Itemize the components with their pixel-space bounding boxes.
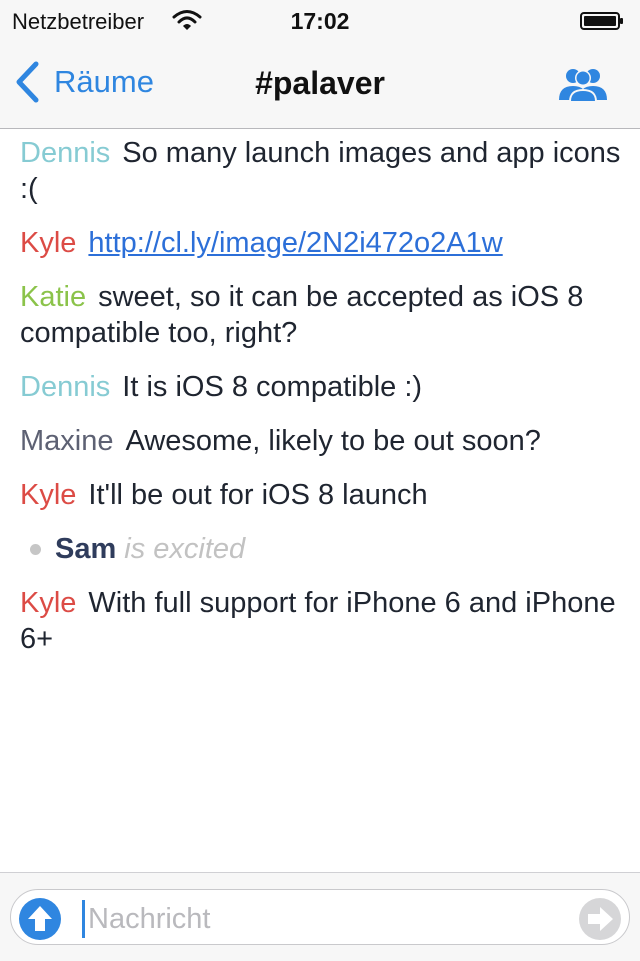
message-text: It is iOS 8 compatible :) — [122, 371, 423, 403]
nick-label[interactable]: Katie — [20, 281, 86, 313]
chat-message: Kyle With full support for iPhone 6 and i… — [0, 585, 640, 657]
nick-label[interactable]: Kyle — [20, 479, 76, 511]
nick-label[interactable]: Sam — [55, 531, 116, 567]
send-arrow-icon[interactable] — [576, 895, 624, 943]
message-text: With full support for iPhone 6 and iPhon… — [20, 587, 616, 655]
message-link[interactable]: http://cl.ly/image/2N2i472o2A1w — [88, 227, 502, 259]
status-time: 17:02 — [290, 8, 350, 34]
nick-label[interactable]: Kyle — [20, 227, 76, 259]
action-text: is excited — [124, 533, 246, 565]
nick-label[interactable]: Dennis — [20, 371, 110, 403]
message-text: So many launch images and app icons :( — [20, 137, 621, 205]
people-icon[interactable] — [556, 64, 610, 104]
text-cursor — [82, 900, 85, 938]
upload-arrow-icon[interactable] — [16, 895, 64, 943]
channel-title: #palaver — [255, 65, 385, 101]
nick-label[interactable]: Kyle — [20, 587, 76, 619]
message-text: Awesome, likely to be out soon? — [125, 425, 541, 457]
chat-message: Dennis So many launch images and app icon… — [0, 135, 640, 207]
navigation-bar: Räume #palaver — [0, 40, 640, 129]
message-text: sweet, so it can be accepted as iOS 8 co… — [20, 281, 584, 349]
bullet-dot-icon — [30, 543, 41, 555]
nick-label[interactable]: Dennis — [20, 137, 110, 169]
message-text: It'll be out for iOS 8 launch — [88, 479, 428, 511]
message-composer — [0, 872, 640, 961]
chat-log[interactable]: Dennis So many launch images and app icon… — [0, 129, 640, 871]
action-message: Sam is excited — [0, 531, 640, 567]
chat-message: Kyle http://cl.ly/image/2N2i472o2A1w — [0, 225, 640, 261]
nick-label[interactable]: Maxine — [20, 425, 114, 457]
chat-message: Katie sweet, so it can be accepted as iOS… — [0, 279, 640, 351]
chat-message: Dennis It is iOS 8 compatible :) — [0, 369, 640, 405]
chat-message: Maxine Awesome, likely to be out soon? — [0, 423, 640, 459]
chat-message: Kyle It'll be out for iOS 8 launch — [0, 477, 640, 513]
message-input[interactable] — [88, 897, 558, 941]
battery-icon — [580, 12, 623, 30]
status-bar: Netzbetreiber 17:02 — [0, 0, 640, 40]
